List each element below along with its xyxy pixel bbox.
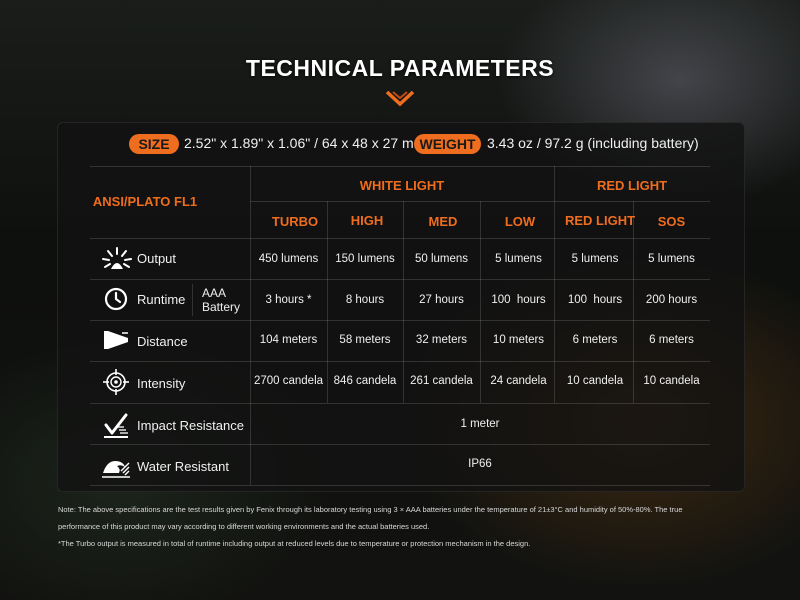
standard-header: ANSI/PLATO FL1 xyxy=(92,194,198,209)
intensity-med: 261 candela xyxy=(410,375,473,387)
mode-red-light: RED LIGHT xyxy=(564,213,636,228)
row-label-impact: Impact Resistance xyxy=(137,418,244,433)
runtime-med: 27 hours xyxy=(419,294,464,306)
intensity-low: 24 candela xyxy=(490,375,547,387)
distance-turbo: 104 meters xyxy=(259,334,318,346)
output-low: 5 lumens xyxy=(495,253,542,265)
runtime-sublabel-line2: Battery xyxy=(202,300,241,314)
distance-med: 32 meters xyxy=(415,334,468,346)
wave-icon xyxy=(102,461,130,478)
divider xyxy=(90,320,710,321)
output-red-light: 5 lumens xyxy=(571,253,619,265)
mode-turbo: TURBO xyxy=(271,214,319,229)
footnote-line: performance of this product may vary acc… xyxy=(58,522,430,531)
output-turbo: 450 lumens xyxy=(258,253,319,265)
row-label-output: Output xyxy=(137,251,177,266)
intensity-turbo: 2700 candela xyxy=(253,375,324,387)
page-title: TECHNICAL PARAMETERS xyxy=(245,55,555,81)
crosshair-icon xyxy=(103,369,129,395)
distance-red-light: 6 meters xyxy=(572,334,618,346)
size-value: 2.52" x 1.89" x 1.06" / 64 x 48 x 27 mm xyxy=(184,135,426,151)
white-light-header: WHITE LIGHT xyxy=(359,178,445,193)
footnote-line: *The Turbo output is measured in total o… xyxy=(58,539,531,548)
runtime-sublabel: AAA Battery xyxy=(202,286,240,314)
runtime-sos: 200 hours xyxy=(645,294,698,306)
mode-high: HIGH xyxy=(350,213,384,228)
water-value: IP66 xyxy=(468,458,492,470)
footnote-line: Note: The above specifications are the t… xyxy=(58,505,683,514)
runtime-low: 100 hours xyxy=(491,294,546,306)
weight-badge: WEIGHT xyxy=(414,134,481,154)
runtime-red-light: 100 hours xyxy=(567,294,623,306)
beam-icon xyxy=(104,331,128,349)
divider xyxy=(90,361,710,362)
red-light-header: RED LIGHT xyxy=(596,178,668,193)
divider xyxy=(90,444,710,445)
impact-value: 1 meter xyxy=(460,418,500,430)
divider xyxy=(90,403,710,404)
divider xyxy=(90,166,710,167)
row-label-water: Water Resistant xyxy=(137,459,229,474)
mode-sos: SOS xyxy=(657,214,686,229)
size-badge: SIZE xyxy=(129,134,179,154)
mode-med: MED xyxy=(428,214,458,229)
mode-low: LOW xyxy=(504,214,536,229)
intensity-sos: 10 candela xyxy=(643,375,700,387)
output-high: 150 lumens xyxy=(335,253,395,265)
divider xyxy=(90,485,710,486)
divider xyxy=(250,166,251,485)
divider xyxy=(192,284,193,316)
row-label-distance: Distance xyxy=(137,334,188,349)
intensity-red-light: 10 candela xyxy=(566,375,624,387)
sunburst-icon xyxy=(102,247,132,269)
distance-high: 58 meters xyxy=(339,334,391,346)
distance-low: 10 meters xyxy=(492,334,545,346)
impact-icon xyxy=(104,413,128,438)
chevron-down-icon xyxy=(385,90,415,107)
output-med: 50 lumens xyxy=(414,253,469,265)
divider xyxy=(90,238,710,239)
row-label-runtime: Runtime xyxy=(137,292,186,307)
distance-sos: 6 meters xyxy=(649,334,694,346)
runtime-sublabel-line1: AAA xyxy=(202,286,227,300)
clock-icon xyxy=(104,287,128,311)
runtime-high: 8 hours xyxy=(345,294,385,306)
weight-value: 3.43 oz / 97.2 g (including battery) xyxy=(487,135,699,151)
runtime-turbo: 3 hours * xyxy=(265,294,312,306)
intensity-high: 846 candela xyxy=(333,375,397,387)
output-sos: 5 lumens xyxy=(648,253,695,265)
row-label-intensity: Intensity xyxy=(137,376,186,391)
divider xyxy=(554,166,555,403)
divider xyxy=(90,279,710,280)
